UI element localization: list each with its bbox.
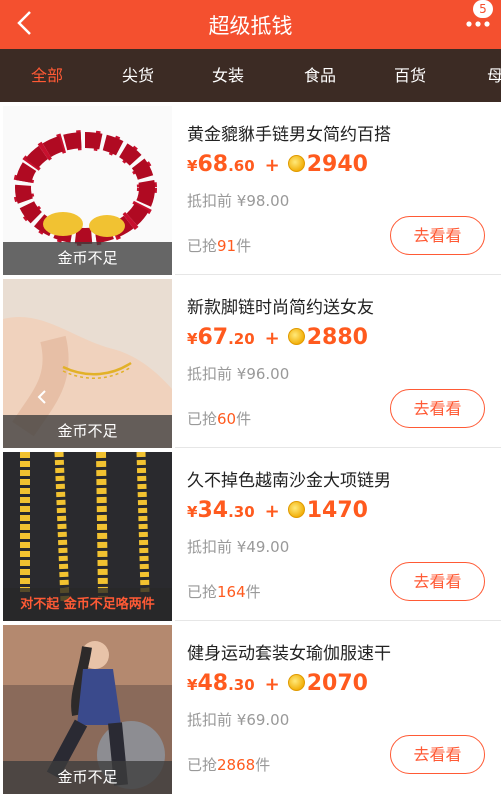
sold-count: 已抢2868件 — [187, 756, 271, 774]
plus-sign: + — [264, 328, 280, 349]
plus-sign: + — [264, 501, 280, 522]
currency-symbol: ¥ — [187, 503, 198, 521]
plus-sign: + — [264, 674, 280, 695]
original-price: 抵扣前 ¥69.00 — [187, 711, 290, 729]
price-decimal: .20 — [228, 330, 255, 348]
page-title: 超级抵钱 — [208, 14, 293, 38]
coin-insufficient-label: 金币不足 — [3, 761, 172, 794]
sold-count: 已抢164件 — [187, 583, 261, 601]
view-button[interactable]: 去看看 — [390, 562, 485, 601]
notification-badge: 5 — [473, 0, 493, 18]
view-button[interactable]: 去看看 — [390, 735, 485, 774]
coin-icon — [287, 501, 305, 518]
coin-insufficient-label: 对不起 金币不足咯两件 — [3, 588, 172, 621]
tab-general-goods[interactable]: 百货 — [380, 49, 440, 102]
yoga-outfit-image[interactable]: 金币不足 — [3, 625, 172, 794]
original-price: 抵扣前 ¥98.00 — [187, 192, 290, 210]
coin-icon — [287, 155, 305, 172]
header-bar: 超级抵钱 5 — [0, 0, 501, 49]
view-button[interactable]: 去看看 — [390, 389, 485, 428]
coin-amount: 2940 — [306, 152, 368, 177]
coin-amount: 1470 — [306, 498, 368, 523]
product-title[interactable]: 久不掉色越南沙金大项链男 — [187, 466, 391, 491]
view-button[interactable]: 去看看 — [390, 216, 485, 255]
price-line: ¥34.30 +1470 — [187, 498, 368, 523]
currency-symbol: ¥ — [187, 157, 198, 175]
tab-food[interactable]: 食品 — [290, 49, 350, 102]
price-decimal: .30 — [228, 503, 255, 521]
necklace-image[interactable]: 对不起 金币不足咯两件 — [3, 452, 172, 621]
tab-womens-clothing[interactable]: 女装 — [198, 49, 258, 102]
price-line: ¥48.30 +2070 — [187, 671, 368, 696]
original-price: 抵扣前 ¥96.00 — [187, 365, 290, 383]
price-integer: 34 — [197, 498, 229, 523]
coin-icon — [287, 328, 305, 345]
price-decimal: .30 — [228, 676, 255, 694]
price-line: ¥67.20 +2880 — [187, 325, 368, 350]
currency-symbol: ¥ — [187, 676, 198, 694]
category-tabs: 全部 尖货 女装 食品 百货 母 — [0, 49, 501, 102]
original-price: 抵扣前 ¥49.00 — [187, 538, 290, 556]
tab-premium[interactable]: 尖货 — [108, 49, 168, 102]
product-title[interactable]: 新款脚链时尚简约送女友 — [187, 293, 374, 318]
product-item[interactable]: 对不起 金币不足咯两件 久不掉色越南沙金大项链男 ¥34.30 +1470 抵扣前… — [0, 448, 501, 621]
price-decimal: .60 — [228, 157, 255, 175]
sold-count: 已抢91件 — [187, 237, 252, 255]
coin-insufficient-label: 金币不足 — [3, 415, 172, 448]
currency-symbol: ¥ — [187, 330, 198, 348]
product-item[interactable]: 金币不足 健身运动套装女瑜伽服速干 ¥48.30 +2070 抵扣前 ¥69.00… — [0, 621, 501, 794]
coin-amount: 2880 — [306, 325, 368, 350]
coin-icon — [287, 674, 305, 691]
product-title[interactable]: 黄金貔貅手链男女简约百搭 — [187, 120, 391, 145]
product-item[interactable]: 金币不足 黄金貔貅手链男女简约百搭 ¥68.60 +2940 抵扣前 ¥98.00… — [0, 102, 501, 275]
product-item[interactable]: 金币不足 新款脚链时尚简约送女友 ¥67.20 +2880 抵扣前 ¥96.00 … — [0, 275, 501, 448]
product-title[interactable]: 健身运动套装女瑜伽服速干 — [187, 639, 391, 664]
bracelet-image[interactable]: 金币不足 — [3, 106, 172, 275]
coin-amount: 2070 — [306, 671, 368, 696]
anklet-image[interactable]: 金币不足 — [3, 279, 172, 448]
tab-all[interactable]: 全部 — [17, 49, 77, 102]
sold-count: 已抢60件 — [187, 410, 252, 428]
price-integer: 68 — [197, 152, 229, 177]
price-integer: 48 — [197, 671, 229, 696]
coin-insufficient-label: 金币不足 — [3, 242, 172, 275]
tab-baby[interactable]: 母 — [465, 49, 501, 102]
plus-sign: + — [264, 155, 280, 176]
price-integer: 67 — [197, 325, 229, 350]
price-line: ¥68.60 +2940 — [187, 152, 368, 177]
